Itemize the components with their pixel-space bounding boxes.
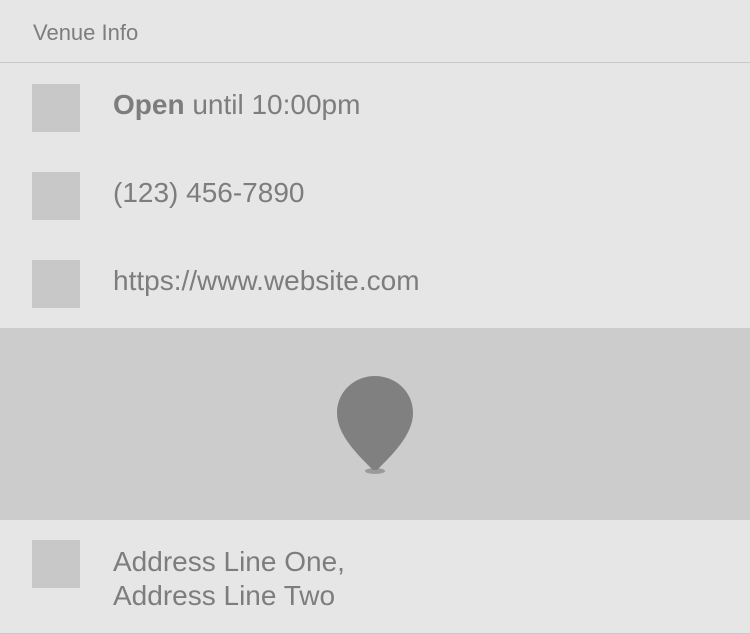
phone-number[interactable]: (123) 456-7890	[113, 176, 304, 210]
phone-row[interactable]: (123) 456-7890	[0, 152, 750, 240]
website-row[interactable]: https://www.website.com	[0, 240, 750, 328]
clock-icon	[32, 84, 80, 132]
venue-info-title: Venue Info	[33, 20, 139, 45]
website-link[interactable]: https://www.website.com	[113, 264, 420, 298]
hours-detail: until 10:00pm	[184, 89, 361, 120]
hours-row: Open until 10:00pm	[0, 64, 750, 152]
venue-info-panel: Venue Info Open until 10:00pm (123) 456-…	[0, 0, 750, 634]
location-icon	[32, 540, 80, 588]
open-status: Open	[113, 89, 185, 120]
address-row[interactable]: Address Line One, Address Line Two	[0, 520, 750, 634]
hours-text: Open until 10:00pm	[113, 88, 360, 122]
address-line-two: Address Line Two	[113, 580, 336, 611]
globe-icon	[32, 260, 80, 308]
venue-info-header: Venue Info	[0, 0, 750, 63]
map-pin-icon	[337, 376, 413, 474]
address-line-one: Address Line One,	[113, 546, 345, 577]
map-area[interactable]	[0, 328, 750, 520]
address-text[interactable]: Address Line One, Address Line Two	[113, 545, 345, 613]
phone-icon	[32, 172, 80, 220]
